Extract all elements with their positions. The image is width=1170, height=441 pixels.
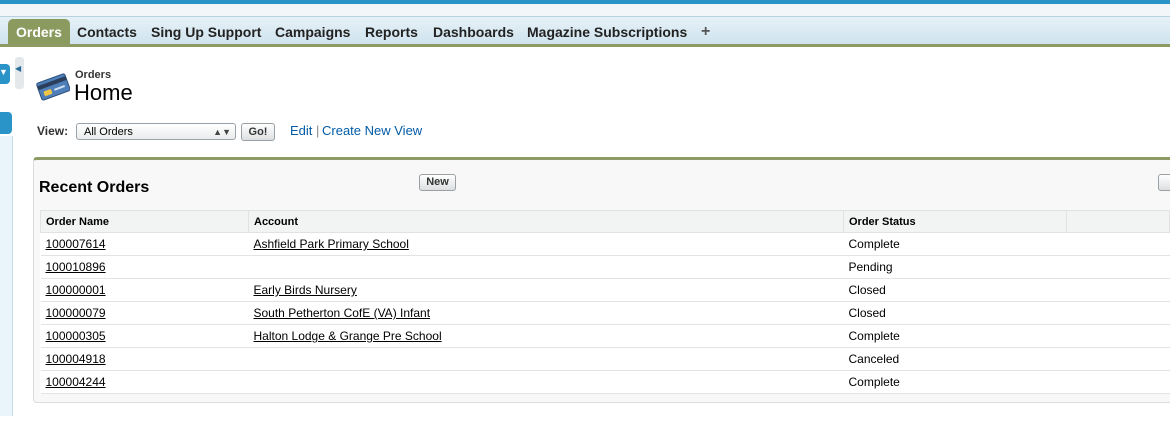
order-status: Canceled [843, 347, 1067, 371]
account-link[interactable]: Halton Lodge & Grange Pre School [254, 329, 442, 343]
view-select-value: All Orders [84, 126, 133, 138]
column-header-empty [1066, 210, 1170, 233]
tab-dashboards[interactable]: Dashboards [433, 17, 514, 45]
table-header-row: Order Name Account Order Status [40, 210, 1170, 233]
tab-reports[interactable]: Reports [365, 17, 418, 45]
table-row: 100000305 Halton Lodge & Grange Pre Scho… [40, 324, 1170, 348]
table-row: 100004918 Canceled [40, 347, 1170, 371]
view-select[interactable]: All Orders ▲▼ [76, 123, 236, 140]
add-tab-icon[interactable]: + [701, 17, 710, 45]
tab-sing-up-support[interactable]: Sing Up Support [151, 17, 261, 45]
order-name-link[interactable]: 100004918 [46, 352, 106, 366]
view-label: View: [37, 124, 69, 138]
column-header-order-status[interactable]: Order Status [843, 210, 1067, 233]
order-name-link[interactable]: 100010896 [46, 260, 106, 274]
account-link[interactable]: Early Birds Nursery [254, 283, 357, 297]
order-status: Pending [843, 255, 1067, 279]
column-header-order-name[interactable]: Order Name [40, 210, 249, 233]
chevron-left-icon: ◀ [15, 64, 22, 73]
table-row: 100010896 Pending [40, 255, 1170, 279]
table-row: 100004244 Complete [40, 370, 1170, 394]
column-header-account[interactable]: Account [248, 210, 844, 233]
recent-orders-title: Recent Orders [39, 179, 150, 196]
credit-card-icon [36, 73, 70, 101]
account-link[interactable]: South Petherton CofE (VA) Infant [254, 306, 431, 320]
order-status: Closed [843, 301, 1067, 325]
order-status: Complete [843, 232, 1067, 256]
tab-campaigns[interactable]: Campaigns [275, 17, 350, 45]
select-arrows-icon: ▲▼ [213, 127, 231, 137]
header-strip [0, 4, 1170, 16]
tab-bar: Orders Contacts Sing Up Support Campaign… [0, 16, 1170, 45]
report-button[interactable] [1158, 174, 1170, 191]
sidebar-panel [0, 136, 13, 416]
table-row: 100000079 South Petherton CofE (VA) Infa… [40, 301, 1170, 325]
sidebar-tab[interactable] [0, 112, 12, 134]
edit-view-link[interactable]: Edit [290, 123, 312, 138]
order-status: Complete [843, 370, 1067, 394]
tab-contacts[interactable]: Contacts [77, 17, 137, 45]
order-name-link[interactable]: 100000001 [46, 283, 106, 297]
page-title: Home [74, 80, 133, 105]
new-order-button[interactable]: New [419, 174, 456, 191]
order-status: Complete [843, 324, 1067, 348]
go-button[interactable]: Go! [241, 123, 275, 141]
tab-magazine-subscriptions[interactable]: Magazine Subscriptions [527, 17, 687, 45]
table-row: 100007614 Ashfield Park Primary School C… [40, 232, 1170, 256]
account-link[interactable]: Ashfield Park Primary School [254, 237, 409, 251]
order-name-link[interactable]: 100000079 [46, 306, 106, 320]
create-new-view-link[interactable]: Create New View [322, 123, 422, 138]
chevron-down-icon: ▼ [0, 67, 8, 77]
tab-underline [0, 44, 1170, 47]
link-separator: | [316, 123, 320, 138]
order-name-link[interactable]: 100000305 [46, 329, 106, 343]
order-name-link[interactable]: 100004244 [46, 375, 106, 389]
order-status: Closed [843, 278, 1067, 302]
order-name-link[interactable]: 100007614 [46, 237, 106, 251]
tab-orders[interactable]: Orders [8, 19, 70, 45]
recent-orders-table: Order Name Account Order Status 10000761… [40, 210, 1170, 394]
table-row: 100000001 Early Birds Nursery Closed [40, 278, 1170, 302]
sidebar-collapse-handle[interactable] [15, 57, 24, 89]
